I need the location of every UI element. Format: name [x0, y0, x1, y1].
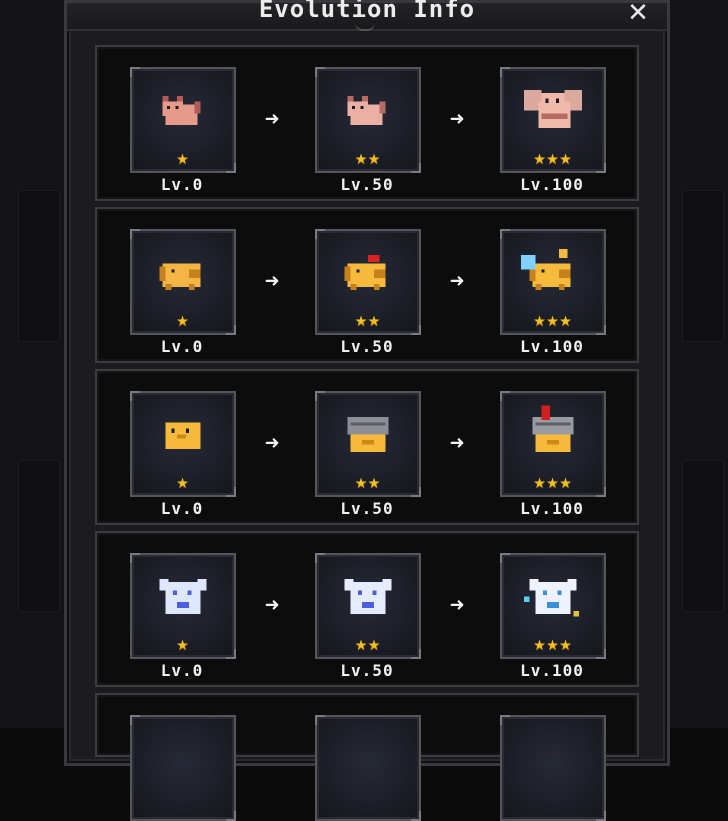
title-ornament: [355, 23, 375, 31]
pet-portrait[interactable]: ★: [130, 67, 236, 173]
evolution-row-partial: [95, 693, 639, 821]
star-rating: ★★: [354, 307, 382, 331]
pet-portrait[interactable]: [130, 715, 236, 821]
background-slot: [18, 190, 60, 342]
arrow-right-icon: ➜: [264, 429, 280, 457]
background-slot: [682, 460, 724, 612]
star-rating: ★★★: [533, 469, 573, 493]
pet-portrait[interactable]: ★★: [315, 391, 421, 497]
pet-portrait[interactable]: ★★: [315, 553, 421, 659]
pet-portrait[interactable]: ★★★: [500, 67, 606, 173]
arrow-right-icon: ➜: [264, 591, 280, 619]
star-rating: ★★★: [533, 307, 573, 331]
pet-portrait[interactable]: [315, 715, 421, 821]
arrow-right-icon: ➜: [449, 429, 465, 457]
pet-portrait[interactable]: ★★★: [500, 391, 606, 497]
evolution-stage[interactable]: ★★★ Lv.100: [500, 553, 606, 680]
star-rating: ★★: [354, 631, 382, 655]
level-label: Lv.0: [160, 337, 204, 356]
knight-chick-icon: [521, 405, 585, 459]
arrow-right-icon: ➜: [264, 267, 280, 295]
arrow-right-icon: ➜: [449, 591, 465, 619]
evolution-stage[interactable]: ★★ Lv.50: [315, 67, 421, 194]
winged-pig-icon: [521, 243, 585, 297]
evolution-row: ★ Lv.0 ★★ Lv.50 ★★★ Lv.100 ➜ ➜: [95, 369, 639, 525]
evolution-stage[interactable]: ★★ Lv.50: [315, 229, 421, 356]
pig-bow-icon: [336, 243, 400, 297]
cat-icon: [336, 81, 400, 135]
pet-portrait[interactable]: ★: [130, 553, 236, 659]
pet-portrait[interactable]: ★: [130, 229, 236, 335]
star-rating: ★★★: [533, 145, 573, 169]
evolution-stage[interactable]: ★★★ Lv.100: [500, 67, 606, 194]
pig-icon: [151, 243, 215, 297]
chick-icon: [151, 405, 215, 459]
arrow-right-icon: ➜: [449, 267, 465, 295]
evolution-stage[interactable]: ★ Lv.0: [130, 67, 236, 194]
pet-portrait[interactable]: ★★: [315, 67, 421, 173]
evolution-stage[interactable]: ★ Lv.0: [130, 391, 236, 518]
evolution-stage[interactable]: ★★★ Lv.100: [500, 229, 606, 356]
background-right-panel: [663, 0, 728, 728]
star-rating: ★★: [354, 145, 382, 169]
star-rating: ★★: [354, 469, 382, 493]
level-label: Lv.50: [340, 661, 394, 680]
evolution-row: ★ Lv.0 ★★ Lv.50 ★★★ Lv.100 ➜ ➜: [95, 531, 639, 687]
evolution-row: ★ Lv.0 ★★ Lv.50 ★★★ Lv.100 ➜ ➜: [95, 207, 639, 363]
arrow-right-icon: ➜: [264, 105, 280, 133]
level-label: Lv.100: [520, 661, 584, 680]
cat-icon: [151, 81, 215, 135]
evolution-stage[interactable]: ★★ Lv.50: [315, 553, 421, 680]
evolution-stage[interactable]: ★ Lv.0: [130, 229, 236, 356]
star-rating: ★: [176, 469, 190, 493]
star-rating: ★: [176, 631, 190, 655]
level-label: Lv.0: [160, 175, 204, 194]
winged-cat-icon: [521, 81, 585, 135]
evolution-stage[interactable]: ★ Lv.0: [130, 553, 236, 680]
level-label: Lv.100: [520, 337, 584, 356]
level-label: Lv.100: [520, 499, 584, 518]
ghost-bird-icon: [151, 567, 215, 621]
star-rating: ★★★: [533, 631, 573, 655]
pet-portrait[interactable]: ★★★: [500, 229, 606, 335]
ghost-cat-icon: [336, 567, 400, 621]
level-label: Lv.50: [340, 175, 394, 194]
background-slot: [18, 460, 60, 612]
evolution-row: ★ Lv.0 ★★ Lv.50 ★★★ Lv.100 ➜ ➜: [95, 45, 639, 201]
background-slot: [682, 190, 724, 342]
arrow-right-icon: ➜: [449, 105, 465, 133]
ghost-angel-icon: [521, 567, 585, 621]
star-rating: ★: [176, 307, 190, 331]
level-label: Lv.0: [160, 661, 204, 680]
pet-portrait[interactable]: ★★: [315, 229, 421, 335]
level-label: Lv.50: [340, 337, 394, 356]
evolution-stage[interactable]: ★★★ Lv.100: [500, 391, 606, 518]
evolution-stage[interactable]: ★★ Lv.50: [315, 391, 421, 518]
pet-portrait[interactable]: ★★★: [500, 553, 606, 659]
pet-portrait[interactable]: ★: [130, 391, 236, 497]
close-button[interactable]: ✕: [623, 0, 653, 27]
evolution-info-dialog: Evolution Info ✕ ★ Lv.0 ★★ Lv.50 ★★★ Lv.…: [64, 0, 670, 821]
level-label: Lv.0: [160, 499, 204, 518]
title-bar: Evolution Info ✕: [67, 0, 667, 31]
star-rating: ★: [176, 145, 190, 169]
dialog-title: Evolution Info: [258, 0, 476, 23]
pet-portrait[interactable]: [500, 715, 606, 821]
helmet-chick-icon: [336, 405, 400, 459]
level-label: Lv.100: [520, 175, 584, 194]
level-label: Lv.50: [340, 499, 394, 518]
background-left-panel: [0, 0, 65, 728]
